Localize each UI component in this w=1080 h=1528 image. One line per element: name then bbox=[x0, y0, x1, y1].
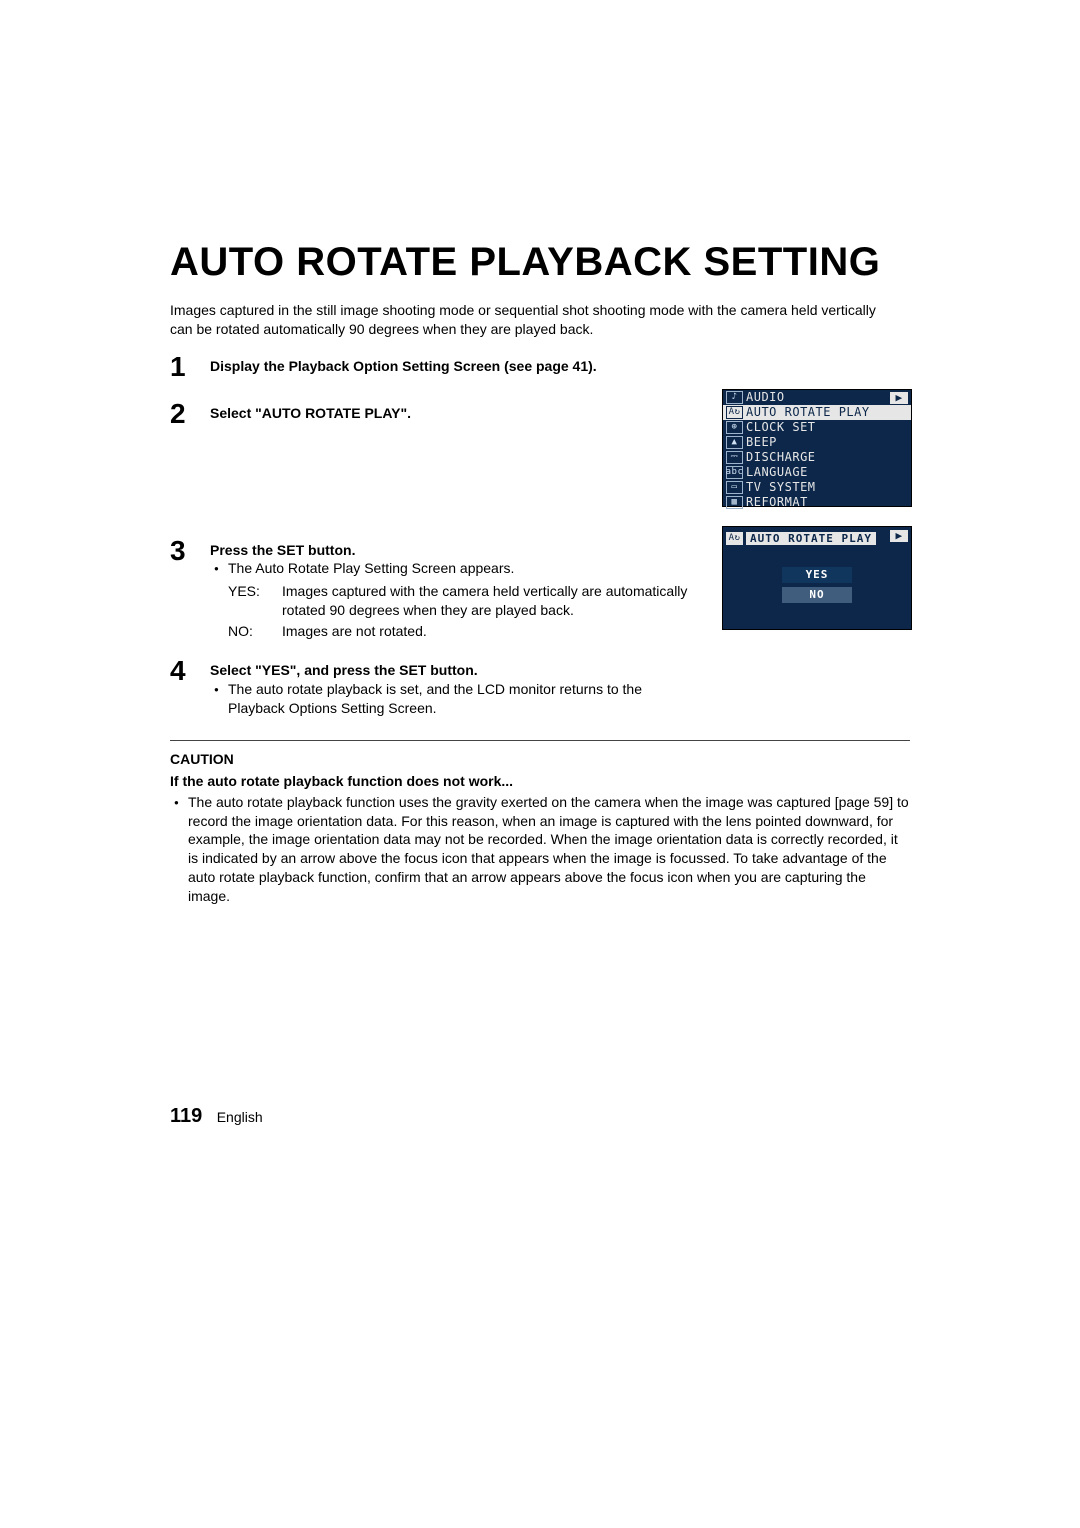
step-number: 3 bbox=[170, 535, 186, 567]
no-term: NO: bbox=[228, 622, 282, 641]
card-icon: ▦ bbox=[726, 496, 743, 509]
lcd-confirm-screenshot: ▶ A↻ AUTO ROTATE PLAY YES NO bbox=[722, 526, 912, 630]
menu-label: LANGUAGE bbox=[746, 465, 808, 480]
step-3-heading: Press the SET button. bbox=[210, 541, 690, 560]
menu-item-reformat: ▦ REFORMAT bbox=[723, 495, 911, 510]
option-yes: YES bbox=[782, 567, 852, 583]
caution-body: The auto rotate playback function uses t… bbox=[170, 793, 910, 906]
page-number: 119 bbox=[170, 1105, 202, 1127]
yes-term: YES: bbox=[228, 582, 282, 620]
menu-item-clock-set: ⊕ CLOCK SET bbox=[723, 420, 911, 435]
menu-label: TV SYSTEM bbox=[746, 480, 816, 495]
clock-icon: ⊕ bbox=[726, 421, 743, 434]
menu-label: CLOCK SET bbox=[746, 420, 816, 435]
manual-page: AUTO ROTATE PLAYBACK SETTING Images capt… bbox=[0, 0, 1080, 1528]
caution-divider bbox=[170, 740, 910, 741]
note-icon: ♪ bbox=[726, 391, 743, 404]
menu-item-audio: ♪ AUDIO bbox=[723, 390, 911, 405]
page-footer: 119 English bbox=[170, 1105, 263, 1128]
battery-icon: ⎓ bbox=[726, 451, 743, 464]
page-title: AUTO ROTATE PLAYBACK SETTING bbox=[170, 240, 910, 285]
no-definition: NO: Images are not rotated. bbox=[210, 622, 708, 641]
step-number: 2 bbox=[170, 398, 186, 430]
step-2-heading: Select "AUTO ROTATE PLAY". bbox=[210, 404, 690, 423]
yes-body: Images captured with the camera held ver… bbox=[282, 582, 708, 620]
menu-label: BEEP bbox=[746, 435, 777, 450]
menu-label: AUTO ROTATE PLAY bbox=[746, 405, 870, 420]
abc-icon: abc bbox=[726, 466, 743, 479]
menu-label: REFORMAT bbox=[746, 495, 808, 510]
lcd-menu-screenshot: ▶ ♪ AUDIO A↻ AUTO ROTATE PLAY ⊕ CLOCK SE… bbox=[722, 389, 912, 507]
menu-label: DISCHARGE bbox=[746, 450, 816, 465]
menu-item-discharge: ⎓ DISCHARGE bbox=[723, 450, 911, 465]
confirm-header-text: AUTO ROTATE PLAY bbox=[746, 532, 876, 545]
auto-rotate-icon: A↻ bbox=[726, 532, 743, 545]
step-3-notes: The Auto Rotate Play Setting Screen appe… bbox=[210, 559, 690, 578]
step-number: 4 bbox=[170, 655, 186, 687]
yes-definition: YES: Images captured with the camera hel… bbox=[210, 582, 708, 620]
page-language: English bbox=[217, 1109, 263, 1125]
step-4: 4 Select "YES", and press the SET button… bbox=[170, 661, 910, 718]
caution-label: CAUTION bbox=[170, 751, 910, 767]
option-no: NO bbox=[782, 587, 852, 603]
step-1: 1 Display the Playback Option Setting Sc… bbox=[170, 357, 910, 376]
caution-body-list: The auto rotate playback function uses t… bbox=[170, 793, 910, 906]
confirm-options: YES NO bbox=[723, 567, 911, 603]
menu-label: AUDIO bbox=[746, 390, 785, 405]
step-1-heading: Display the Playback Option Setting Scre… bbox=[210, 357, 690, 376]
caution-subhead: If the auto rotate playback function doe… bbox=[170, 773, 910, 789]
confirm-header: A↻ AUTO ROTATE PLAY bbox=[723, 527, 911, 547]
menu-item-beep: ▲ BEEP bbox=[723, 435, 911, 450]
step-4-bullet: The auto rotate playback is set, and the… bbox=[210, 680, 690, 718]
step-number: 1 bbox=[170, 351, 186, 383]
eject-icon: ▲ bbox=[726, 436, 743, 449]
tv-icon: ▭ bbox=[726, 481, 743, 494]
step-4-notes: The auto rotate playback is set, and the… bbox=[210, 680, 690, 718]
auto-rotate-icon: A↻ bbox=[726, 406, 743, 419]
menu-item-auto-rotate-play: A↻ AUTO ROTATE PLAY bbox=[723, 405, 911, 420]
menu-item-tv-system: ▭ TV SYSTEM bbox=[723, 480, 911, 495]
menu-item-language: abc LANGUAGE bbox=[723, 465, 911, 480]
no-body: Images are not rotated. bbox=[282, 622, 708, 641]
intro-paragraph: Images captured in the still image shoot… bbox=[170, 301, 890, 339]
step-4-heading: Select "YES", and press the SET button. bbox=[210, 661, 690, 680]
step-3-bullet: The Auto Rotate Play Setting Screen appe… bbox=[210, 559, 690, 578]
